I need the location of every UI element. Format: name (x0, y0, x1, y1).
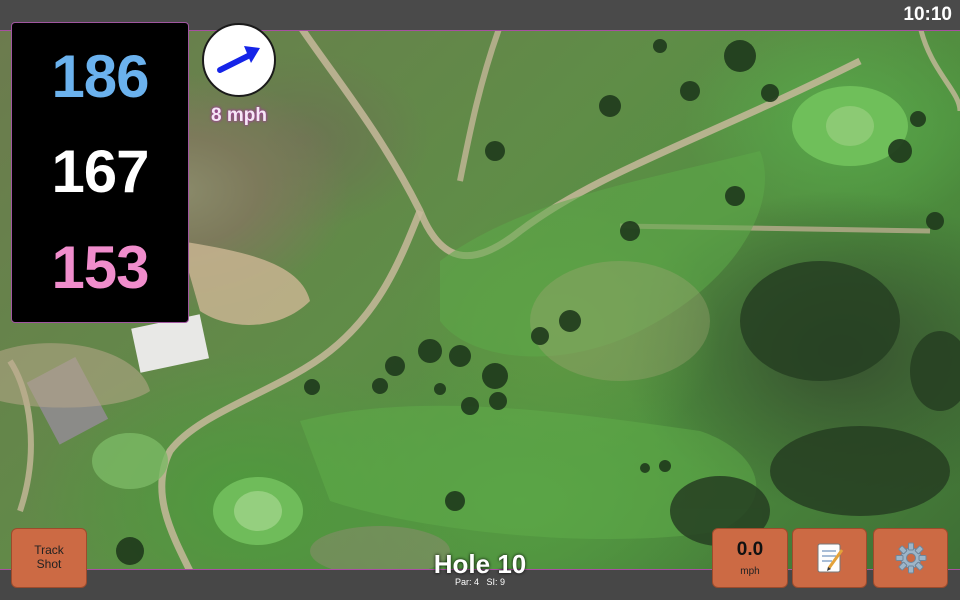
clock: 10:10 (903, 4, 952, 25)
scorecard-notes-button[interactable] (792, 528, 867, 588)
hole-title: Hole 10 (433, 549, 527, 579)
notepad-icon (817, 543, 843, 573)
distance-panel: 186 167 153 (11, 22, 189, 323)
wind-speed-label: 8 mph (211, 105, 267, 126)
back-distance: 186 (51, 42, 149, 110)
middle-distance: 167 (51, 138, 149, 206)
track-shot-label: Track Shot (34, 543, 64, 571)
track-shot-button[interactable]: Track Shot (11, 528, 87, 588)
wind-speed-unit: mph (740, 566, 760, 577)
hole-details: Par: 4 SI: 9 (380, 577, 580, 587)
settings-button[interactable] (873, 528, 948, 588)
gear-icon (895, 542, 926, 574)
arrow-icon (217, 46, 260, 73)
par-label: Par: 4 (454, 577, 479, 587)
front-distance: 153 (51, 234, 149, 302)
wind-speed-value: 0.0 (736, 539, 764, 560)
wind-direction-indicator (202, 23, 276, 97)
wind-speed-button[interactable]: 0.0 mph (712, 528, 788, 588)
stroke-index-label: SI: 9 (486, 577, 506, 587)
